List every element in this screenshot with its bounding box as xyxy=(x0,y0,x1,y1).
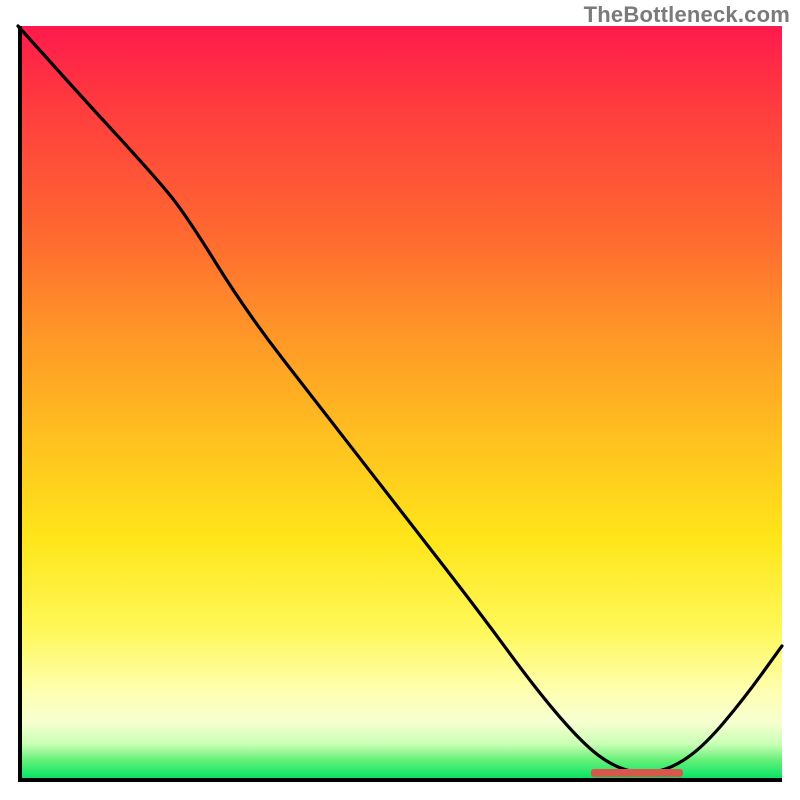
chart-page: TheBottleneck.com xyxy=(0,0,800,800)
minimum-region-marker xyxy=(591,769,683,777)
attribution-label: TheBottleneck.com xyxy=(584,2,790,28)
plot-area xyxy=(18,26,782,782)
bottleneck-curve xyxy=(18,26,782,782)
